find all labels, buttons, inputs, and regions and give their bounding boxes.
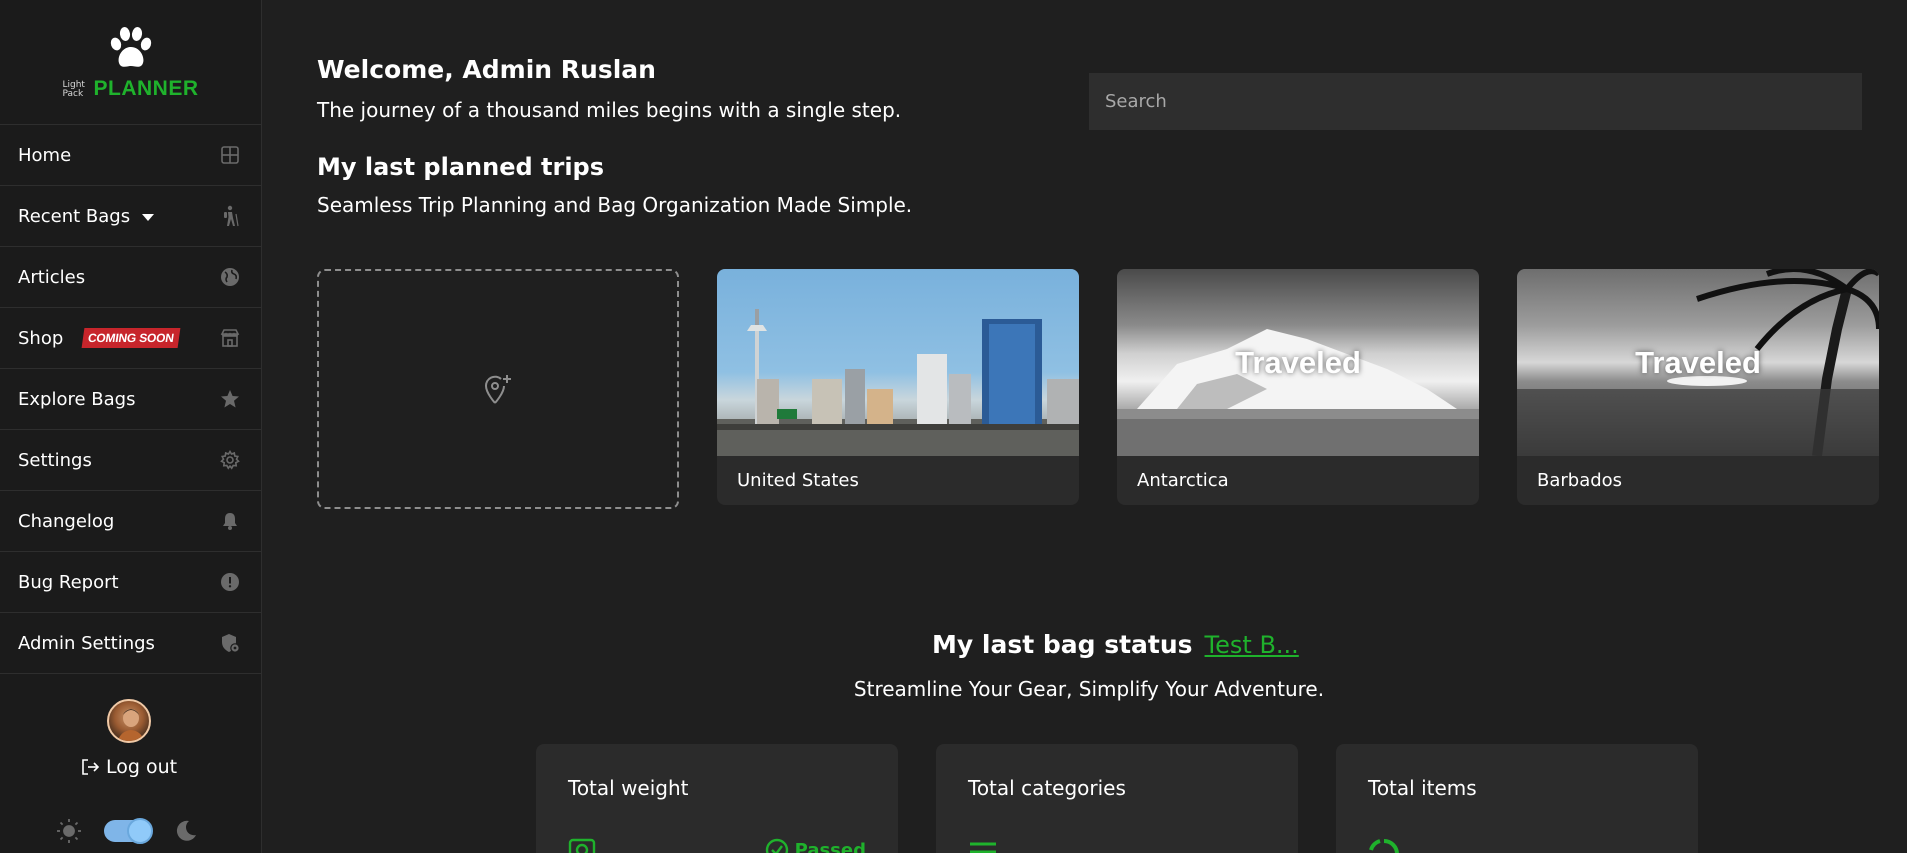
star-icon [219, 388, 241, 410]
traveled-overlay: Traveled [1635, 344, 1761, 380]
theme-switcher [56, 818, 198, 844]
sidebar-item-explore-bags[interactable]: Explore Bags [0, 369, 261, 430]
sidebar-item-label: Changelog [18, 510, 115, 532]
sidebar-item-recent-bags[interactable]: Recent Bags [0, 186, 261, 247]
welcome-heading: Welcome, Admin Ruslan [317, 55, 656, 84]
stat-card-total-categories: Total categories [936, 744, 1298, 853]
sidebar-item-bug-report[interactable]: Bug Report [0, 552, 261, 613]
sidebar-item-label: Recent Bags [18, 205, 131, 227]
bag-link[interactable]: Test B... [1205, 631, 1299, 659]
trip-card-united-states[interactable]: United States [717, 269, 1079, 505]
bag-status-subtitle: Streamline Your Gear, Simplify Your Adve… [853, 677, 1325, 701]
trip-card-antarctica[interactable]: Traveled Antarctica [1117, 269, 1479, 505]
logout-icon [82, 759, 100, 775]
sidebar-item-home[interactable]: Home [0, 125, 261, 186]
grid-icon [219, 144, 241, 166]
bag-status-heading: My last bag status [932, 630, 1193, 659]
store-icon [219, 327, 241, 349]
paw-logo-icon [110, 27, 151, 67]
sidebar-item-articles[interactable]: Articles [0, 247, 261, 308]
gear-icon [219, 449, 241, 471]
sun-icon [57, 819, 81, 843]
trip-image [717, 269, 1079, 456]
logout-label: Log out [106, 756, 178, 778]
bell-icon [219, 510, 241, 532]
stat-card-total-weight: Total weight Passed [536, 744, 898, 853]
sidebar-item-label: Bug Report [18, 571, 119, 593]
sidebar-item-label: Articles [18, 266, 86, 288]
stat-label: Total weight [568, 776, 689, 800]
sidebar: Light Pack PLANNER Home Recent Bags Arti… [0, 0, 262, 853]
trip-card-barbados[interactable]: Traveled Barbados [1517, 269, 1879, 505]
sidebar-nav: Home Recent Bags Articles Shop COMING SO… [0, 125, 261, 674]
coming-soon-badge: COMING SOON [81, 328, 181, 348]
logo-wordmark: Light Pack PLANNER [62, 77, 199, 100]
sidebar-item-label: Settings [18, 449, 92, 471]
moon-icon [176, 820, 196, 841]
app-logo[interactable]: Light Pack PLANNER [0, 0, 261, 125]
trip-image: Traveled [1517, 269, 1879, 456]
sidebar-item-settings[interactable]: Settings [0, 430, 261, 491]
bag-status-title: My last bag status Test B... [932, 630, 1299, 659]
check-circle-icon [765, 838, 788, 853]
status-badge: Passed [765, 838, 866, 853]
logo-small-text: Light Pack [62, 80, 85, 99]
add-trip-card[interactable] [317, 269, 679, 509]
trip-name: Antarctica [1137, 470, 1229, 491]
trip-name: United States [737, 470, 859, 491]
list-icon [970, 842, 996, 853]
trips-subtitle: Seamless Trip Planning and Bag Organizat… [317, 193, 913, 217]
alert-icon [219, 571, 241, 593]
avatar[interactable] [107, 699, 151, 743]
shield-gear-icon [219, 632, 241, 654]
stat-card-total-items: Total items [1336, 744, 1698, 853]
logo-big-text: PLANNER [93, 77, 199, 100]
sidebar-item-admin-settings[interactable]: Admin Settings [0, 613, 261, 674]
dark-mode-toggle[interactable] [104, 818, 153, 844]
add-location-icon [484, 375, 511, 404]
sidebar-item-label: Admin Settings [18, 632, 155, 654]
trips-title: My last planned trips [317, 153, 605, 181]
sidebar-item-label: Shop [18, 327, 64, 349]
sidebar-item-changelog[interactable]: Changelog [0, 491, 261, 552]
sidebar-item-label: Home [18, 144, 72, 166]
stat-label: Total categories [968, 776, 1126, 800]
traveled-overlay: Traveled [1235, 344, 1361, 380]
status-text: Passed [794, 839, 866, 853]
logout-button[interactable]: Log out [80, 756, 177, 778]
scale-icon [568, 838, 596, 853]
welcome-quote: The journey of a thousand miles begins w… [317, 98, 902, 122]
sidebar-item-shop[interactable]: Shop COMING SOON [0, 308, 261, 369]
trip-image: Traveled [1117, 269, 1479, 456]
stat-label: Total items [1368, 776, 1477, 800]
trip-name: Barbados [1537, 470, 1623, 491]
hiker-icon [219, 205, 241, 227]
sidebar-item-label: Explore Bags [18, 388, 136, 410]
globe-icon [219, 266, 241, 288]
search-input[interactable] [1089, 73, 1862, 130]
chevron-down-icon[interactable] [142, 214, 155, 221]
progress-ring-icon [1369, 839, 1399, 853]
